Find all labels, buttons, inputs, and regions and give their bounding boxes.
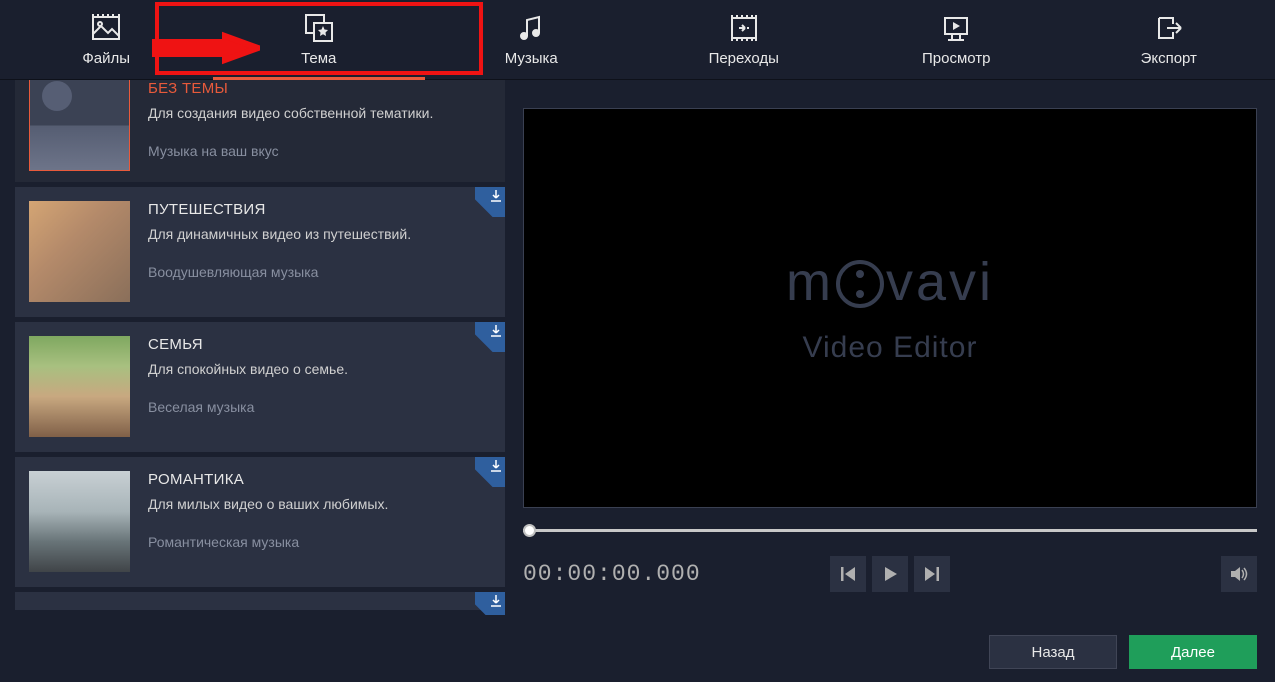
download-badge[interactable] (475, 457, 505, 487)
tab-music[interactable]: Музыка (425, 0, 638, 79)
theme-music: Воодушевляющая музыка (148, 264, 487, 280)
tab-files-label: Файлы (82, 50, 130, 67)
main-area: БЕЗ ТЕМЫ Для создания видео собственной … (0, 80, 1275, 615)
download-icon (489, 189, 503, 203)
tab-preview-label: Просмотр (922, 50, 991, 67)
preview-icon (940, 12, 972, 44)
tab-theme[interactable]: Тема (213, 0, 426, 79)
brand-sub: Video Editor (786, 331, 994, 365)
theme-thumb (29, 80, 130, 171)
download-icon (489, 459, 503, 473)
footer: Назад Далее (0, 622, 1275, 682)
theme-title: ПУТЕШЕСТВИЯ (148, 201, 487, 218)
tab-export-label: Экспорт (1141, 50, 1197, 67)
theme-music: Веселая музыка (148, 399, 487, 415)
export-icon (1153, 12, 1185, 44)
theme-thumb (29, 336, 130, 437)
scrub-track (523, 529, 1257, 532)
tab-transitions-label: Переходы (709, 50, 779, 67)
theme-desc: Для динамичных видео из путешествий. (148, 226, 487, 242)
theme-card-romance[interactable]: РОМАНТИКА Для милых видео о ваших любимы… (15, 457, 505, 587)
tab-export[interactable]: Экспорт (1063, 0, 1275, 79)
theme-thumb (29, 201, 130, 302)
tab-files[interactable]: Файлы (0, 0, 213, 79)
timecode: 00:00:00.000 (523, 561, 701, 587)
theme-info: СЕМЬЯ Для спокойных видео о семье. Весел… (130, 322, 505, 452)
theme-title: БЕЗ ТЕМЫ (148, 80, 487, 97)
video-preview: mvavi Video Editor (523, 108, 1257, 508)
transport-controls: 00:00:00.000 (523, 554, 1257, 594)
brand-suffix: vavi (886, 252, 994, 312)
theme-desc: Для спокойных видео о семье. (148, 361, 487, 377)
play-button[interactable] (872, 556, 908, 592)
theme-thumb (29, 471, 130, 572)
prev-button[interactable] (830, 556, 866, 592)
skip-prev-icon (839, 565, 857, 583)
next-button[interactable] (914, 556, 950, 592)
volume-icon (1229, 564, 1249, 584)
scrub-bar[interactable] (523, 524, 1257, 536)
download-icon (489, 324, 503, 338)
theme-card-family[interactable]: СЕМЬЯ Для спокойных видео о семье. Весел… (15, 322, 505, 452)
theme-info: РОМАНТИКА Для милых видео о ваших любимы… (130, 457, 505, 587)
transitions-icon (728, 12, 760, 44)
tab-theme-label: Тема (301, 50, 336, 67)
theme-desc: Для милых видео о ваших любимых. (148, 496, 487, 512)
top-tabs: Файлы Тема Музыка Переходы (0, 0, 1275, 80)
theme-info: БЕЗ ТЕМЫ Для создания видео собственной … (130, 80, 505, 182)
volume-button[interactable] (1221, 556, 1257, 592)
download-icon (489, 594, 503, 608)
theme-title: РОМАНТИКА (148, 471, 487, 488)
theme-title: СЕМЬЯ (148, 336, 487, 353)
theme-card-travel[interactable]: ПУТЕШЕСТВИЯ Для динамичных видео из путе… (15, 187, 505, 317)
theme-card-no-theme[interactable]: БЕЗ ТЕМЫ Для создания видео собственной … (15, 80, 505, 182)
themes-panel: БЕЗ ТЕМЫ Для создания видео собственной … (0, 80, 505, 615)
skip-next-icon (923, 565, 941, 583)
play-icon (881, 565, 899, 583)
next-button[interactable]: Далее (1129, 635, 1257, 669)
theme-info: ПУТЕШЕСТВИЯ Для динамичных видео из путе… (130, 187, 505, 317)
theme-icon (303, 12, 335, 44)
theme-card-partial[interactable] (15, 592, 505, 610)
download-badge[interactable] (475, 187, 505, 217)
back-button[interactable]: Назад (989, 635, 1117, 669)
brand-watermark: mvavi Video Editor (786, 251, 994, 365)
theme-music: Романтическая музыка (148, 534, 487, 550)
download-badge[interactable] (475, 322, 505, 352)
tab-transitions[interactable]: Переходы (638, 0, 851, 79)
tab-music-label: Музыка (505, 50, 558, 67)
preview-panel: mvavi Video Editor 00:00:00.000 (505, 80, 1275, 615)
files-icon (90, 12, 122, 44)
reel-icon (836, 260, 884, 308)
theme-music: Музыка на ваш вкус (148, 143, 487, 159)
tab-preview[interactable]: Просмотр (850, 0, 1063, 79)
download-badge[interactable] (475, 592, 505, 615)
brand-prefix: m (786, 252, 834, 312)
scrub-handle[interactable] (523, 524, 536, 537)
theme-desc: Для создания видео собственной тематики. (148, 105, 487, 121)
music-icon (515, 12, 547, 44)
